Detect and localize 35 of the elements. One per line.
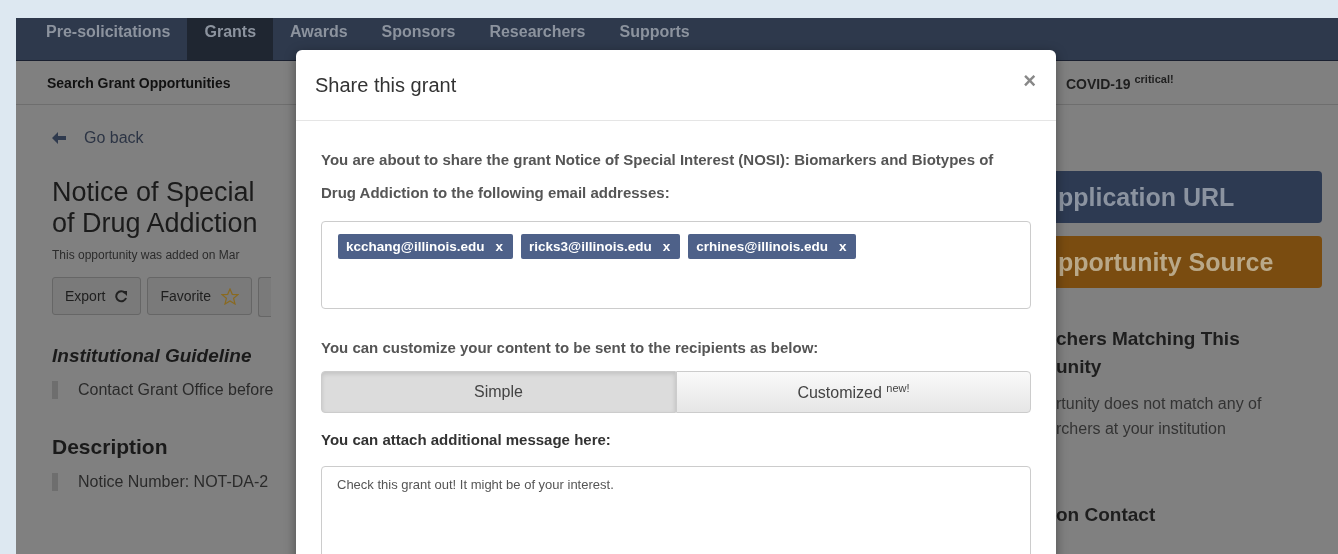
grant-title: Notice of Special of Drug Addiction (52, 177, 259, 239)
email-tag: crhines@illinois.edu x (688, 234, 857, 259)
remove-tag-link[interactable]: x (838, 239, 847, 254)
opportunity-source-button[interactable]: pportunity Source (1056, 236, 1322, 288)
email-tag: ricks3@illinois.edu x (520, 234, 681, 259)
close-button[interactable]: × (1023, 68, 1036, 102)
description-heading: Description (52, 435, 169, 459)
email-input-field[interactable]: kcchang@illinois.edu x ricks3@illinois.edu x crhines@illinois.edu x (321, 221, 1031, 309)
go-back-link[interactable]: Go back (52, 129, 296, 147)
export-button[interactable]: Export (52, 277, 142, 315)
application-url-button[interactable]: pplication URL (1056, 171, 1322, 223)
dialog-title: Share this grant (315, 73, 457, 97)
button-edge[interactable] (258, 277, 272, 317)
nav-tab[interactable]: Grants (187, 18, 274, 60)
customize-label: You can customize your content to be sent to the recipients as below: (321, 339, 820, 356)
email-tag: kcchang@illinois.edu x (338, 234, 513, 259)
nav-tab[interactable]: Pre-solicitations (29, 18, 188, 60)
remove-tag-link[interactable]: x (662, 239, 671, 254)
star-icon (221, 287, 240, 305)
researchers-text: rtunity does not match any of rchers at your institution (1056, 394, 1263, 439)
favorite-button[interactable]: Favorite (147, 277, 253, 315)
export-icon (115, 289, 129, 303)
covid-link[interactable]: COVID-19 $^{critical!}$ (1066, 73, 1174, 92)
share-intro-text: You are about to share the grant Notice of Special Interest (NOSI): Biomarkers and Biotypes of Drug Addiction to the following email addresses: (321, 150, 995, 203)
researchers-heading: chers Matching This unity (1056, 327, 1241, 379)
mode-toggle[interactable]: Customized $^{new!}$ (676, 371, 1031, 413)
search-grants-link[interactable]: Search Grant Opportunities (47, 74, 296, 91)
message-label: You can attach additional message here: (321, 431, 612, 448)
arrow-left-icon (52, 132, 66, 144)
remove-tag-link[interactable]: x (495, 239, 503, 254)
guidelines-heading: Institutional Guideline (52, 345, 253, 367)
added-note: This opportunity was added on Mar (52, 248, 241, 262)
message-field[interactable]: Check this grant out! It might be of your interest. (321, 466, 1031, 554)
contact-heading: on Contact (1056, 503, 1157, 527)
mode-toggle[interactable]: Simple (321, 371, 676, 413)
